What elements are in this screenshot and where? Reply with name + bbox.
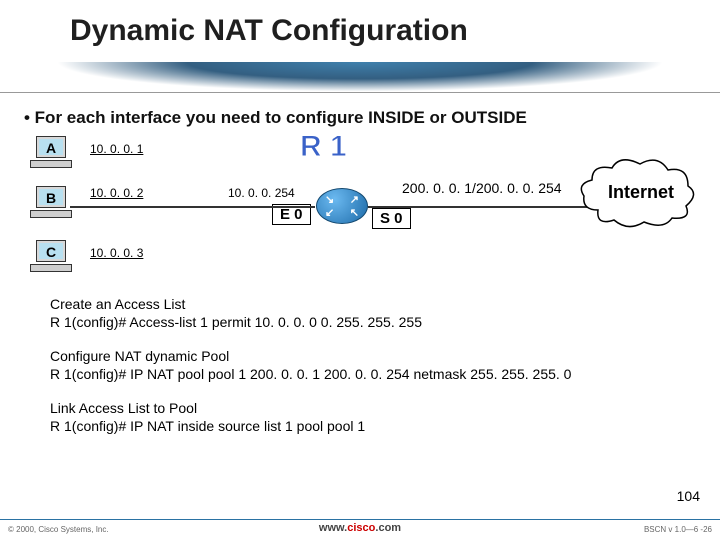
bullet-instruction: • For each interface you need to configu… xyxy=(24,108,527,128)
footer-separator xyxy=(0,519,720,520)
host-b-ip: 10. 0. 0. 2 xyxy=(90,186,143,200)
host-a-ip: 10. 0. 0. 1 xyxy=(90,142,143,156)
config-link-pool: Link Access List to Pool R 1(config)# IP… xyxy=(50,400,365,435)
host-b: B xyxy=(30,186,72,218)
slide-number: 104 xyxy=(677,488,700,504)
lan-link-line xyxy=(70,206,315,208)
footer-brand: cisco xyxy=(347,522,375,534)
title-underline xyxy=(0,92,720,93)
router-inside-ip: 10. 0. 0. 254 xyxy=(228,186,295,200)
network-diagram: A 10. 0. 0. 1 B 10. 0. 0. 2 C 10. 0. 0. … xyxy=(0,130,720,280)
slide-title: Dynamic NAT Configuration xyxy=(70,14,468,48)
config-link-pool-header: Link Access List to Pool xyxy=(50,400,365,418)
title-bar: Dynamic NAT Configuration xyxy=(0,0,720,78)
router-name: R 1 xyxy=(300,130,347,164)
pc-base-icon xyxy=(30,160,72,168)
config-nat-pool: Configure NAT dynamic Pool R 1(config)# … xyxy=(50,348,571,383)
footer-url: www.cisco.com xyxy=(319,522,401,534)
config-nat-pool-line: R 1(config)# IP NAT pool pool 1 200. 0. … xyxy=(50,366,571,382)
footer-com: .com xyxy=(375,522,401,534)
footer-course-code: BSCN v 1.0—6 -26 xyxy=(644,525,712,534)
host-a: A xyxy=(30,136,72,168)
host-a-label: A xyxy=(36,140,66,156)
config-access-list-header: Create an Access List xyxy=(50,296,422,314)
router-outside-ip: 200. 0. 0. 1/200. 0. 0. 254 xyxy=(402,180,562,196)
internet-label: Internet xyxy=(608,182,674,203)
pc-base-icon xyxy=(30,210,72,218)
interface-s0: S 0 xyxy=(372,208,411,229)
host-c-label: C xyxy=(36,244,66,260)
footer-www: www. xyxy=(319,522,347,534)
host-c-ip: 10. 0. 0. 3 xyxy=(90,246,143,260)
config-nat-pool-header: Configure NAT dynamic Pool xyxy=(50,348,571,366)
footer-copyright: © 2000, Cisco Systems, Inc. xyxy=(8,525,109,534)
host-b-label: B xyxy=(36,190,66,206)
title-gradient xyxy=(0,62,720,92)
wan-link-line xyxy=(368,206,588,208)
router-icon: ↘ ↗ ↙ ↖ xyxy=(316,188,368,224)
config-access-list-line: R 1(config)# Access-list 1 permit 10. 0.… xyxy=(50,314,422,330)
pc-base-icon xyxy=(30,264,72,272)
config-access-list: Create an Access List R 1(config)# Acces… xyxy=(50,296,422,331)
config-link-pool-line: R 1(config)# IP NAT inside source list 1… xyxy=(50,418,365,434)
host-c: C xyxy=(30,240,72,272)
